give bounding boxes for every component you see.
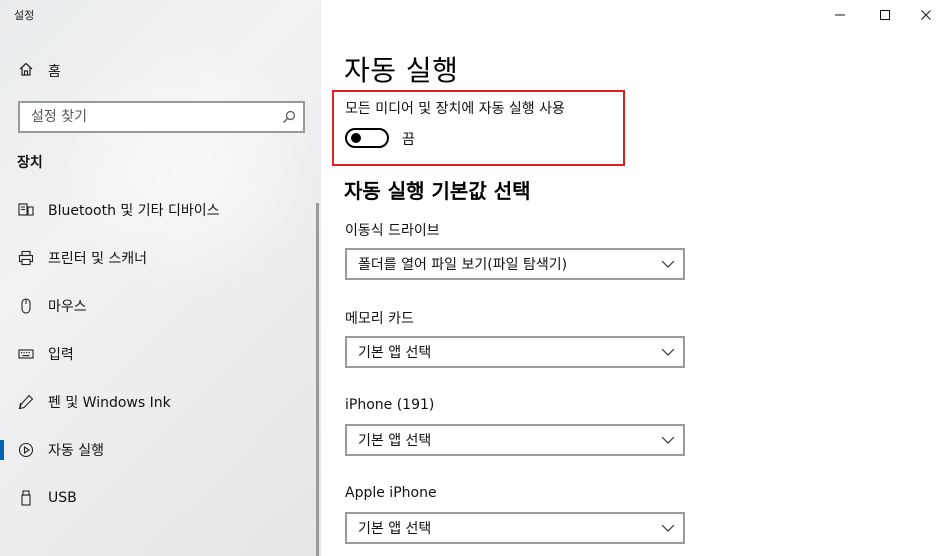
maximize-icon (879, 6, 891, 25)
autoplay-icon (18, 442, 34, 458)
close-icon (920, 6, 932, 25)
select-value: 폴더를 열어 파일 보기(파일 탐색기) (358, 257, 568, 273)
iphone-191-label: iPhone (191) (345, 397, 435, 413)
selected-indicator (0, 440, 4, 460)
sidebar-item-label: 마우스 (48, 299, 87, 315)
close-button[interactable] (903, 0, 949, 30)
search-input[interactable] (20, 103, 275, 131)
sidebar-item-label: 자동 실행 (48, 443, 104, 459)
autoplay-toggle-label: 모든 미디어 및 장치에 자동 실행 사용 (345, 101, 565, 117)
home-icon (18, 61, 34, 81)
maximize-button[interactable] (862, 0, 908, 30)
select-value: 기본 앱 선택 (358, 521, 432, 537)
defaults-section-title: 자동 실행 기본값 선택 (344, 179, 531, 203)
select-value: 기본 앱 선택 (358, 345, 432, 361)
search-box[interactable] (18, 101, 305, 133)
iphone-191-select[interactable]: 기본 앱 선택 (345, 424, 685, 456)
sidebar-item-home[interactable]: 홈 (18, 60, 61, 82)
printer-icon (18, 250, 34, 266)
memory-card-select[interactable]: 기본 앱 선택 (345, 336, 685, 368)
sidebar-scrollbar[interactable] (316, 203, 319, 556)
pen-icon (18, 394, 34, 410)
sidebar-item-pen[interactable]: 펜 및 Windows Ink (0, 380, 316, 424)
autoplay-toggle[interactable] (345, 128, 389, 148)
section-title: 장치 (17, 155, 43, 171)
toggle-knob (351, 133, 361, 143)
removable-drive-label: 이동식 드라이브 (345, 223, 440, 239)
minimize-icon (834, 6, 846, 25)
app-title: 설정 (14, 9, 35, 22)
chevron-down-icon (653, 426, 683, 454)
keyboard-icon (18, 346, 34, 362)
search-icon[interactable] (275, 103, 303, 131)
mouse-icon (18, 298, 34, 314)
minimize-button[interactable] (817, 0, 863, 30)
chevron-down-icon (653, 250, 683, 278)
toggle-state-text: 끔 (402, 132, 415, 148)
sidebar-item-usb[interactable]: USB (0, 476, 316, 520)
sidebar: 설정 홈 장치 Bluetooth 및 기타 디바이스 프린터 및 스캐너 마우… (0, 0, 321, 556)
sidebar-item-label: 프린터 및 스캐너 (48, 251, 148, 267)
sidebar-item-typing[interactable]: 입력 (0, 332, 316, 376)
sidebar-item-label: Bluetooth 및 기타 디바이스 (48, 203, 220, 219)
sidebar-item-label: USB (48, 490, 77, 506)
sidebar-item-mouse[interactable]: 마우스 (0, 284, 316, 328)
removable-drive-select[interactable]: 폴더를 열어 파일 보기(파일 탐색기) (345, 248, 685, 280)
sidebar-item-autoplay[interactable]: 자동 실행 (0, 428, 316, 472)
page-title: 자동 실행 (344, 54, 459, 87)
bluetooth-devices-icon (18, 202, 34, 218)
apple-iphone-select[interactable]: 기본 앱 선택 (345, 512, 685, 544)
memory-card-label: 메모리 카드 (345, 311, 414, 327)
sidebar-item-label: 입력 (48, 347, 74, 363)
select-value: 기본 앱 선택 (358, 433, 432, 449)
apple-iphone-label: Apple iPhone (345, 485, 437, 501)
chevron-down-icon (653, 514, 683, 542)
sidebar-item-label: 펜 및 Windows Ink (48, 395, 171, 411)
usb-icon (18, 490, 34, 506)
chevron-down-icon (653, 338, 683, 366)
sidebar-item-label: 홈 (48, 64, 61, 80)
sidebar-item-bluetooth[interactable]: Bluetooth 및 기타 디바이스 (0, 188, 316, 232)
sidebar-item-printers[interactable]: 프린터 및 스캐너 (0, 236, 316, 280)
